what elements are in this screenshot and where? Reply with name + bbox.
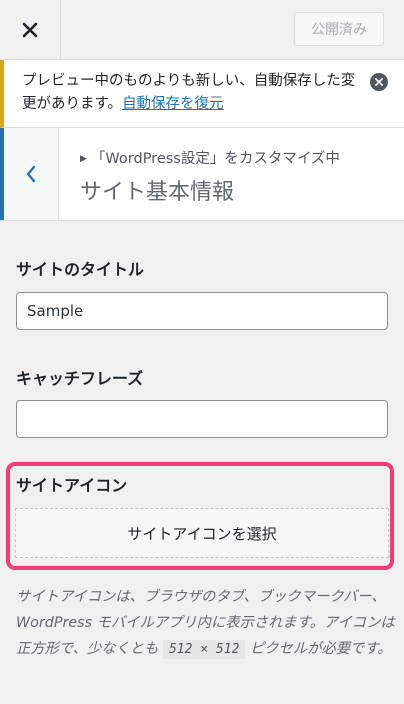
tagline-input[interactable] (16, 400, 388, 438)
publish-button[interactable]: 公開済み (294, 12, 384, 46)
customizer-topbar: 公開済み (0, 0, 404, 60)
site-title-input[interactable] (16, 292, 388, 330)
chevron-left-icon (26, 165, 36, 183)
site-icon-label: サイトアイコン (16, 476, 128, 495)
close-icon (22, 22, 38, 37)
restore-autosave-link[interactable]: 自動保存を復元 (122, 96, 224, 112)
autosave-notice: プレビュー中のものよりも新しい、自動保存した変更があります。自動保存を復元 (0, 60, 404, 128)
breadcrumb-text: 「WordPress設定」をカスタマイズ中 (90, 151, 340, 167)
close-customizer-button[interactable] (0, 0, 61, 59)
dismiss-notice-button[interactable] (370, 73, 388, 91)
breadcrumb: ▶ 「WordPress設定」をカスタマイズ中 (80, 147, 340, 168)
tagline-label: キャッチフレーズ (16, 369, 144, 388)
notice-message: プレビュー中のものよりも新しい、自動保存した変更があります。自動保存を復元 (22, 70, 362, 116)
icon-size: 512 × 512 (162, 640, 246, 659)
page-title: サイト基本情報 (80, 180, 235, 205)
dismiss-icon (375, 78, 383, 86)
site-icon-description: サイトアイコンは、ブラウザのタブ、ブックマークバー、WordPress モバイル… (16, 584, 396, 663)
site-title-label: サイトのタイトル (16, 260, 145, 279)
triangle-icon: ▶ (80, 154, 87, 164)
back-button[interactable] (0, 128, 59, 220)
description-suffix: ピクセルが必要です。 (249, 641, 392, 657)
select-site-icon-button[interactable]: サイトアイコンを選択 (15, 508, 389, 558)
